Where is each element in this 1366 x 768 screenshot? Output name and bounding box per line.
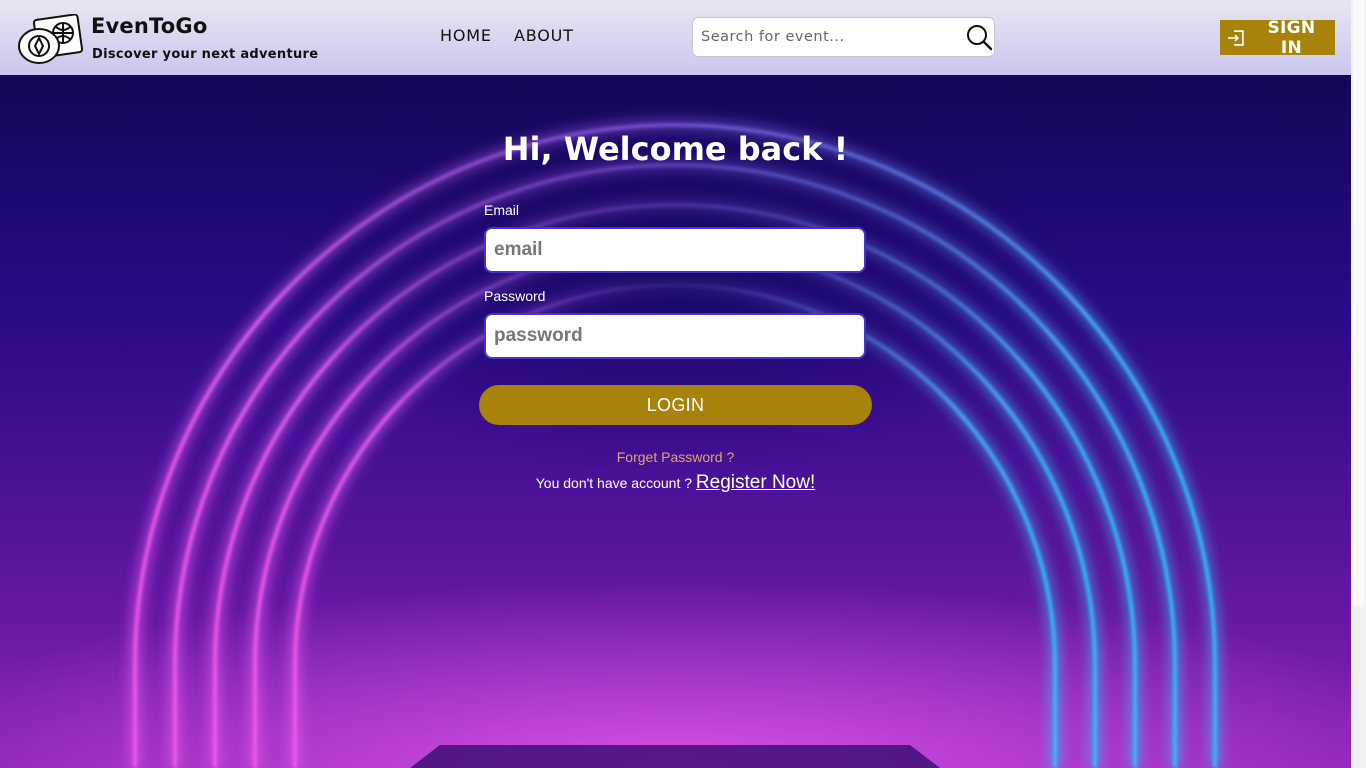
search-input[interactable] (701, 18, 956, 56)
password-field[interactable] (484, 313, 866, 359)
login-title: Hi, Welcome back ! (502, 130, 849, 168)
nav-home-link[interactable]: HOME (440, 26, 492, 45)
page-scrollbar[interactable] (1351, 0, 1366, 768)
sign-in-label: SIGN IN (1267, 17, 1316, 58)
password-label: Password (484, 288, 546, 304)
search-icon[interactable] (965, 23, 993, 51)
top-navbar: EvenToGo Discover your next adventure HO… (0, 0, 1351, 75)
email-field[interactable] (484, 227, 866, 273)
no-account-text: You don't have account ? (535, 475, 696, 491)
register-now-link[interactable]: Register Now! (696, 472, 815, 493)
passport-globe-icon (18, 14, 84, 64)
nav-about-link[interactable]: ABOUT (514, 26, 574, 45)
login-button[interactable]: LOGIN (479, 385, 872, 425)
sign-in-button[interactable]: SIGN IN (1220, 17, 1335, 58)
brand-tagline: Discover your next adventure (92, 47, 319, 62)
scrollbar-thumb[interactable] (1353, 0, 1364, 605)
register-row: You don't have account ? Register Now! (0, 472, 1351, 494)
sign-in-icon (1227, 29, 1244, 46)
brand-logo[interactable]: EvenToGo Discover your next adventure (18, 12, 338, 67)
search-bar (692, 17, 995, 57)
brand-name: EvenToGo (91, 14, 208, 38)
email-label: Email (484, 202, 520, 218)
forget-password-link[interactable]: Forget Password ? (0, 449, 1351, 465)
